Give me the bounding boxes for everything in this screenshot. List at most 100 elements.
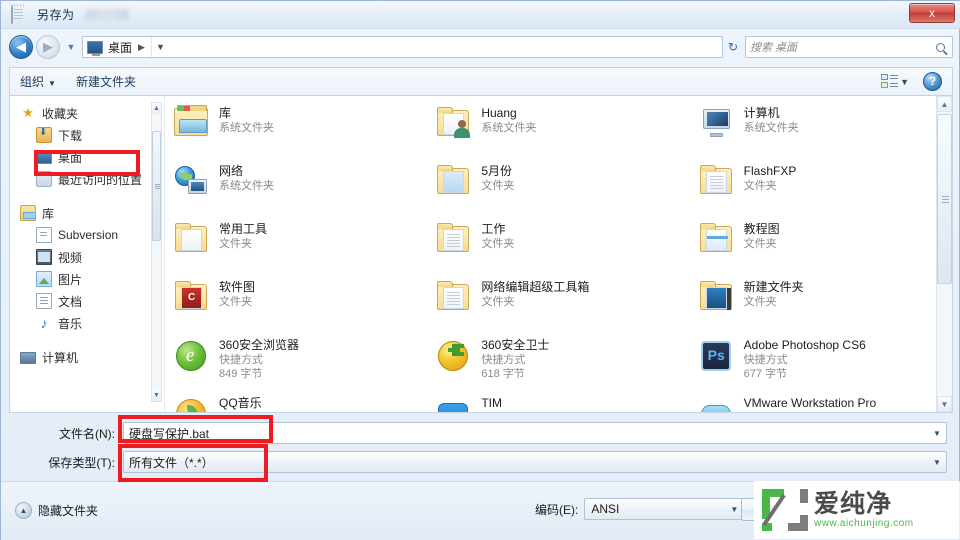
- vmware-icon: [698, 394, 736, 412]
- forward-arrow-icon[interactable]: ▶: [36, 35, 60, 59]
- list-item[interactable]: 常用工具 文件夹: [165, 216, 427, 274]
- file-sub: 文件夹: [743, 238, 777, 250]
- organize-button[interactable]: 组织 ▼: [10, 69, 66, 95]
- sidebar-item-downloads[interactable]: 下载: [10, 124, 164, 146]
- sidebar-item-music[interactable]: ♪ 音乐: [10, 312, 164, 334]
- folder-icon: [173, 220, 211, 260]
- list-item[interactable]: 新建文件夹 文件夹: [690, 274, 952, 332]
- search-input[interactable]: 搜索 桌面: [745, 36, 953, 58]
- file-name: 计算机: [743, 106, 780, 120]
- list-item[interactable]: 库 系统文件夹: [165, 100, 427, 158]
- command-bar: 组织 ▼ 新建文件夹 ▼ ?: [9, 67, 953, 95]
- sidebar-scroll-thumb[interactable]: [152, 131, 161, 241]
- list-item[interactable]: 360安全卫士 快捷方式 618 字节: [427, 332, 689, 390]
- list-item[interactable]: 计算机 系统文件夹: [690, 100, 952, 158]
- file-list-pane[interactable]: 库 系统文件夹 Huang 系统文件夹 计算机 系统文件夹 网络 系统文件夹 5…: [165, 96, 952, 412]
- file-name: TIM: [481, 396, 502, 410]
- list-item[interactable]: TIM: [427, 390, 689, 412]
- file-name: 软件图: [219, 280, 256, 294]
- file-size: 849 字节: [219, 368, 263, 380]
- blurred-title-suffix: [84, 8, 129, 21]
- sidebar-item-videos[interactable]: 视频: [10, 246, 164, 268]
- sidebar-item-label: Subversion: [58, 228, 119, 242]
- sidebar-item-favorites[interactable]: ★ 收藏夹: [10, 102, 164, 124]
- notepad-icon: [11, 4, 29, 24]
- file-name: 360安全浏览器: [219, 338, 300, 352]
- list-item[interactable]: FlashFXP 文件夹: [690, 158, 952, 216]
- savetype-label: 保存类型(T):: [48, 455, 115, 470]
- file-name: 常用工具: [219, 222, 268, 236]
- documents-icon: [36, 293, 52, 309]
- sidebar-item-computer[interactable]: 计算机: [10, 346, 164, 368]
- sidebar-item-subversion[interactable]: Subversion: [10, 224, 164, 246]
- sidebar-item-label: 音乐: [58, 316, 83, 331]
- videos-icon: [36, 249, 52, 265]
- sidebar-item-label: 库: [42, 206, 55, 221]
- pictures-icon: [36, 271, 52, 287]
- breadcrumb[interactable]: 桌面 ▶ ▼: [82, 36, 723, 58]
- save-as-dialog: 另存为 x ◀ ▶ ▼ 桌面 ▶ ▼ ↻ 搜索 桌面 组织 ▼ 新建文件夹 ▼ ?: [0, 0, 960, 540]
- file-sub: 系统文件夹: [743, 122, 799, 134]
- encoding-value: ANSI: [591, 502, 620, 516]
- subversion-icon: [36, 227, 52, 243]
- file-list-scrollbar[interactable]: ▲ ▼: [936, 96, 952, 412]
- user-folder-icon: [435, 104, 473, 144]
- chevron-down-icon[interactable]: ▼: [928, 458, 946, 467]
- refresh-icon[interactable]: ↻: [723, 40, 743, 54]
- window-title: 另存为: [37, 8, 75, 22]
- sidebar-item-label: 文档: [58, 294, 83, 309]
- hide-folders-button[interactable]: ▲ 隐藏文件夹: [15, 502, 98, 519]
- list-item[interactable]: 网络 系统文件夹: [165, 158, 427, 216]
- list-item[interactable]: 工作 文件夹: [427, 216, 689, 274]
- list-item[interactable]: 教程图 文件夹: [690, 216, 952, 274]
- search-icon: [936, 42, 945, 52]
- network-icon: [173, 162, 211, 202]
- aichunjing-logo-icon: [762, 489, 808, 531]
- sidebar-item-pictures[interactable]: 图片: [10, 268, 164, 290]
- list-item[interactable]: Adobe Photoshop CS6 快捷方式 677 字节: [690, 332, 952, 390]
- address-dropdown-icon[interactable]: ▼: [150, 37, 169, 57]
- file-name: FlashFXP: [743, 164, 797, 178]
- new-folder-button[interactable]: 新建文件夹: [66, 69, 146, 95]
- annotation-box-desktop: [34, 150, 140, 176]
- annotation-box-filename: [118, 415, 273, 443]
- history-dropdown-icon[interactable]: ▼: [64, 42, 78, 52]
- list-item[interactable]: QQ音乐: [165, 390, 427, 412]
- view-mode-icon[interactable]: [881, 74, 899, 89]
- scroll-down-icon[interactable]: ▼: [152, 390, 161, 401]
- help-icon[interactable]: ?: [923, 72, 942, 91]
- file-sub: 文件夹: [481, 296, 515, 308]
- view-mode-caret-icon[interactable]: ▼: [900, 77, 909, 87]
- sidebar-item-documents[interactable]: 文档: [10, 290, 164, 312]
- file-sub: 文件夹: [743, 180, 777, 192]
- file-name: 教程图: [743, 222, 780, 236]
- file-scroll-thumb[interactable]: [937, 114, 952, 284]
- list-item[interactable]: 软件图 文件夹: [165, 274, 427, 332]
- back-arrow-icon[interactable]: ◀: [9, 35, 33, 59]
- encoding-field: 编码(E): ANSI ▼: [535, 498, 745, 520]
- 360-browser-icon: [173, 336, 211, 376]
- list-item[interactable]: Huang 系统文件夹: [427, 100, 689, 158]
- title-bar: 另存为 x: [1, 1, 960, 29]
- scroll-down-icon[interactable]: ▼: [937, 396, 952, 412]
- navigation-sidebar: ★ 收藏夹 下载 桌面 最近访问的位置 库 Subversi: [10, 96, 165, 412]
- breadcrumb-label: 桌面: [108, 40, 133, 55]
- watermark: 爱纯净 www.aichunjing.com: [754, 481, 959, 539]
- sidebar-scrollbar[interactable]: ▲ ▼: [151, 102, 162, 402]
- file-sub: 文件夹: [481, 238, 515, 250]
- file-name: 网络编辑超级工具箱: [481, 280, 590, 294]
- scroll-up-icon[interactable]: ▲: [152, 103, 161, 114]
- list-item[interactable]: 360安全浏览器 快捷方式 849 字节: [165, 332, 427, 390]
- file-name: 库: [219, 106, 232, 120]
- list-item[interactable]: 网络编辑超级工具箱 文件夹: [427, 274, 689, 332]
- list-item[interactable]: 5月份 文件夹: [427, 158, 689, 216]
- chevron-down-icon[interactable]: ▼: [928, 429, 946, 438]
- star-icon: ★: [22, 105, 34, 120]
- search-placeholder: 搜索 桌面: [750, 42, 798, 54]
- scroll-up-icon[interactable]: ▲: [937, 96, 952, 112]
- encoding-select[interactable]: ANSI ▼: [584, 498, 745, 520]
- file-sub: 快捷方式: [219, 354, 263, 366]
- sidebar-item-libraries[interactable]: 库: [10, 202, 164, 224]
- list-item[interactable]: VMware Workstation Pro: [690, 390, 952, 412]
- close-button[interactable]: x: [909, 3, 955, 23]
